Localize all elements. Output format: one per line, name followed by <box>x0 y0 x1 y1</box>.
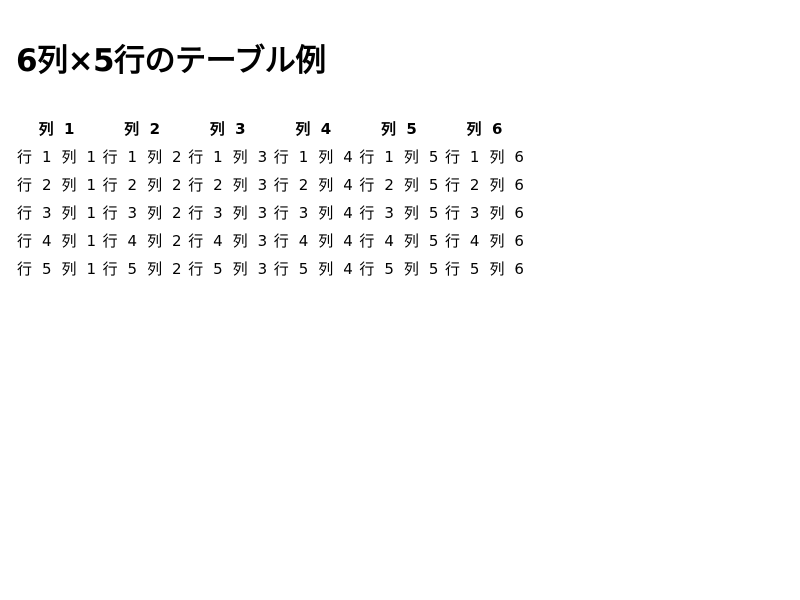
table-cell: 行 2 列 1 <box>17 176 99 194</box>
table-cell: 行 5 列 2 <box>102 260 185 278</box>
column-header: 列 6 <box>466 120 505 138</box>
page: 6列×5行のテーブル例 列 1 列 2 列 3 列 4 列 5 列 6 行 1 … <box>0 0 800 600</box>
table-cell: 行 3 列 2 <box>102 204 185 222</box>
table-cell: 行 3 列 1 <box>17 204 99 222</box>
table-cell: 行 2 列 6 <box>444 176 527 194</box>
table-row: 行 3 列 1 行 3 列 2 行 3 列 3 行 3 列 4 行 3 列 5 … <box>16 200 528 226</box>
column-header: 列 1 <box>38 120 78 138</box>
table-cell: 行 4 列 5 <box>359 232 441 250</box>
table-row: 行 4 列 1 行 4 列 2 行 4 列 3 行 4 列 4 行 4 列 5 … <box>16 228 528 254</box>
table-cell: 行 2 列 2 <box>102 176 185 194</box>
page-title: 6列×5行のテーブル例 <box>16 43 326 79</box>
table-cell: 行 5 列 3 <box>188 260 270 278</box>
table-row: 行 2 列 1 行 2 列 2 行 2 列 3 行 2 列 4 行 2 列 5 … <box>16 172 528 198</box>
table-cell: 行 1 列 4 <box>273 148 356 166</box>
table-cell: 行 1 列 1 <box>17 148 99 166</box>
table-cell: 行 2 列 3 <box>188 176 270 194</box>
table-cell: 行 4 列 1 <box>17 232 99 250</box>
table-row: 行 5 列 1 行 5 列 2 行 5 列 3 行 5 列 4 行 5 列 5 … <box>16 256 528 282</box>
table-cell: 行 3 列 6 <box>444 204 527 222</box>
table-cell: 行 4 列 6 <box>444 232 527 250</box>
table-cell: 行 1 列 3 <box>188 148 270 166</box>
column-header: 列 3 <box>209 120 249 138</box>
column-header: 列 5 <box>380 120 420 138</box>
table-row: 行 1 列 1 行 1 列 2 行 1 列 3 行 1 列 4 行 1 列 5 … <box>16 144 528 170</box>
table-cell: 行 4 列 4 <box>273 232 356 250</box>
table-header: 列 1 列 2 列 3 列 4 列 5 列 6 <box>16 116 528 142</box>
table-cell: 行 2 列 4 <box>273 176 356 194</box>
header-row: 列 1 列 2 列 3 列 4 列 5 列 6 <box>16 116 528 142</box>
table-cell: 行 4 列 3 <box>188 232 270 250</box>
table-cell: 行 2 列 5 <box>359 176 441 194</box>
table-body: 行 1 列 1 行 1 列 2 行 1 列 3 行 1 列 4 行 1 列 5 … <box>16 144 528 282</box>
table-cell: 行 5 列 4 <box>273 260 356 278</box>
table-cell: 行 1 列 5 <box>359 148 441 166</box>
data-table: 列 1 列 2 列 3 列 4 列 5 列 6 行 1 列 1 行 1 列 2 … <box>14 114 530 284</box>
table-cell: 行 3 列 5 <box>359 204 441 222</box>
table-cell: 行 4 列 2 <box>102 232 185 250</box>
table-cell: 行 5 列 6 <box>444 260 527 278</box>
table-cell: 行 1 列 2 <box>102 148 185 166</box>
table-cell: 行 5 列 1 <box>17 260 99 278</box>
table-cell: 行 5 列 5 <box>359 260 441 278</box>
table-cell: 行 3 列 4 <box>273 204 356 222</box>
table-cell: 行 3 列 3 <box>188 204 270 222</box>
column-header: 列 2 <box>124 120 163 138</box>
table-cell: 行 1 列 6 <box>444 148 527 166</box>
column-header: 列 4 <box>295 120 334 138</box>
